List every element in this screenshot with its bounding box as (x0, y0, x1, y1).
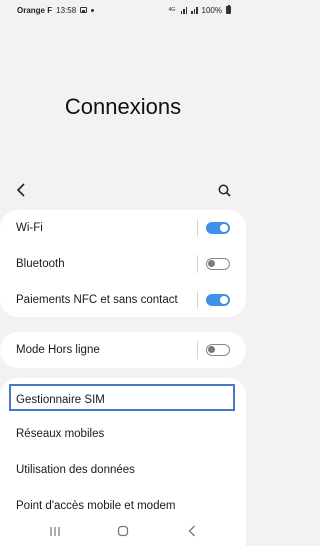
nfc-toggle[interactable] (206, 294, 230, 306)
home-icon (117, 525, 129, 537)
data-usage-row[interactable]: Utilisation des données (0, 452, 246, 488)
airplane-mode-row[interactable]: Mode Hors ligne (0, 332, 246, 368)
battery-icon (226, 5, 231, 14)
navigation-bar (0, 516, 246, 546)
nfc-row[interactable]: Paiements NFC et sans contact (0, 282, 246, 318)
search-button[interactable] (214, 180, 234, 200)
search-icon (218, 184, 231, 197)
back-button[interactable] (11, 180, 31, 200)
airplane-mode-toggle[interactable] (206, 344, 230, 356)
mobile-networks-row[interactable]: Réseaux mobiles (0, 416, 246, 452)
divider (197, 291, 198, 309)
airplane-mode-label: Mode Hors ligne (16, 344, 100, 356)
wifi-row[interactable]: Wi-Fi (0, 210, 246, 246)
chevron-left-icon (16, 183, 25, 197)
page-title: Connexions (64, 94, 182, 119)
bluetooth-toggle[interactable] (206, 258, 230, 270)
mobile-networks-label: Réseaux mobiles (16, 428, 105, 440)
carrier-label: Orange F (17, 5, 53, 15)
divider (197, 255, 198, 273)
notification-dot-icon (91, 8, 95, 12)
hotspot-label: Point d'accès mobile et modem (16, 500, 176, 512)
network-type-label: 4G (168, 6, 176, 13)
data-usage-label: Utilisation des données (16, 464, 135, 476)
nfc-label: Paiements NFC et sans contact (16, 294, 178, 306)
recents-button[interactable] (46, 522, 64, 540)
image-notification-icon (80, 7, 88, 13)
recents-icon (50, 526, 60, 536)
nav-back-button[interactable] (183, 522, 201, 540)
bluetooth-row[interactable]: Bluetooth (0, 246, 246, 282)
divider (197, 341, 198, 359)
sim-manager-label: Gestionnaire SIM (16, 394, 105, 406)
divider (197, 219, 198, 237)
sim-manager-row[interactable]: Gestionnaire SIM (0, 382, 246, 418)
home-button[interactable] (114, 522, 132, 540)
clock: 13:58 (56, 5, 77, 15)
status-bar: Orange F 13:58 4G 100% (0, 0, 246, 20)
bluetooth-label: Bluetooth (16, 258, 65, 270)
wireless-settings-card: Wi-Fi Bluetooth Paiements NFC et sans co… (0, 210, 246, 317)
battery-percent: 100% (201, 5, 222, 15)
signal-icon-2 (191, 6, 198, 14)
airplane-mode-card: Mode Hors ligne (0, 332, 246, 368)
toolbar (0, 178, 246, 202)
wifi-toggle[interactable] (206, 222, 230, 234)
wifi-label: Wi-Fi (16, 222, 43, 234)
back-icon (188, 525, 195, 537)
signal-icon (180, 6, 188, 14)
